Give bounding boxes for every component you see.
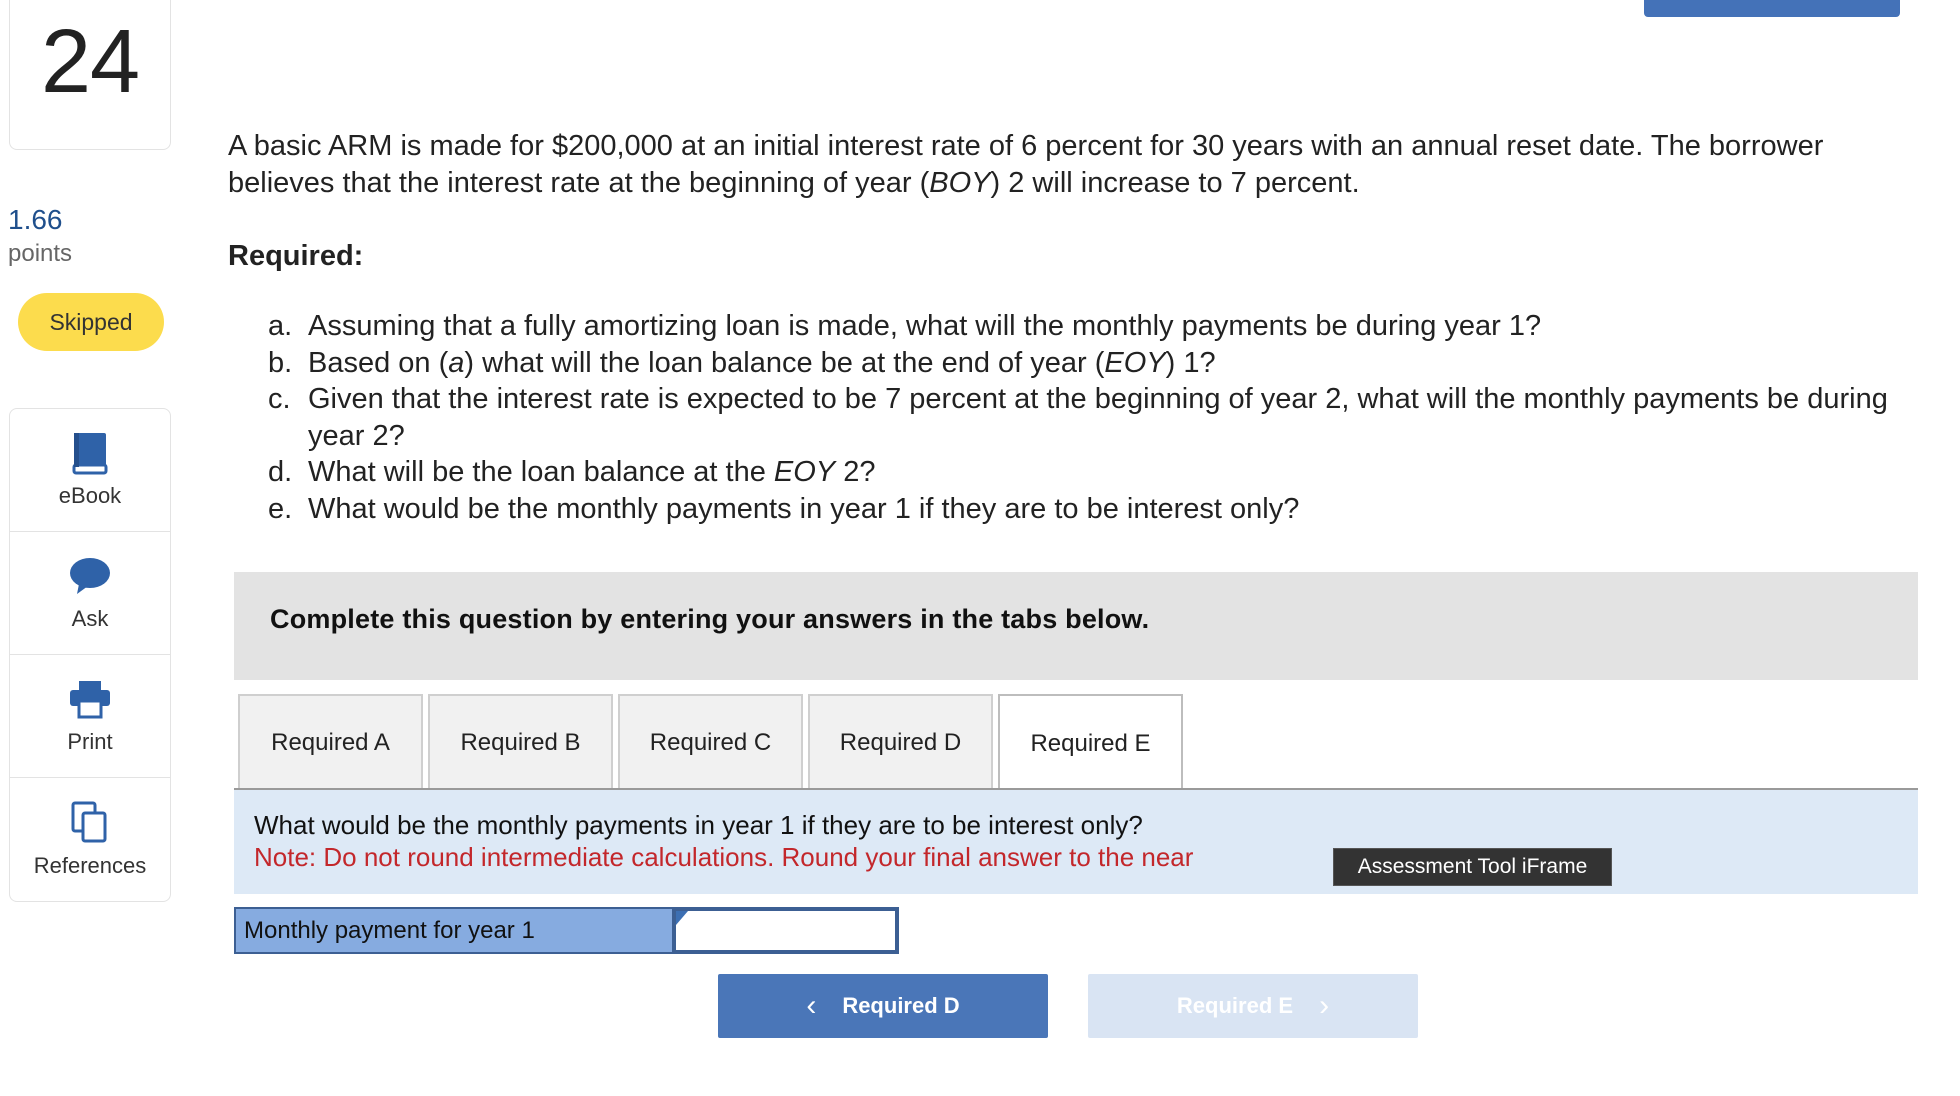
instruction-text: Complete this question by entering your … bbox=[270, 604, 1150, 634]
references-button[interactable]: References bbox=[10, 778, 170, 901]
chat-bubble-icon bbox=[68, 554, 112, 598]
question-number-card: 24 bbox=[9, 0, 171, 150]
list-item: b. Based on (a) what will the loan balan… bbox=[268, 345, 1908, 382]
part-b-text-3: ) 1? bbox=[1165, 346, 1216, 379]
ebook-label: eBook bbox=[58, 483, 122, 508]
panel-note: Note: Do not round intermediate calculat… bbox=[254, 842, 1194, 872]
copy-documents-icon bbox=[68, 801, 112, 845]
points-value: 1.66 bbox=[8, 204, 63, 235]
next-button: Required E › bbox=[1088, 974, 1418, 1038]
print-button[interactable]: Print bbox=[10, 655, 170, 778]
part-d-text-1: What will be the loan balance at the bbox=[308, 456, 774, 488]
tab-required-d[interactable]: Required D bbox=[808, 694, 993, 789]
prev-button-label: Required D bbox=[842, 993, 960, 1018]
panel-question: What would be the monthly payments in ye… bbox=[254, 810, 1143, 840]
answer-row: Monthly payment for year 1 bbox=[234, 907, 899, 954]
tab-required-c[interactable]: Required C bbox=[618, 694, 803, 789]
part-d-eoy: EOY bbox=[773, 456, 836, 488]
part-b-label: b. bbox=[268, 346, 293, 379]
book-icon bbox=[68, 431, 112, 475]
part-b-text-2: ) what will the loan balance be at the e… bbox=[464, 346, 1105, 379]
required-tabs: Required A Required B Required C Require… bbox=[238, 694, 1183, 791]
question-intro: A basic ARM is made for $200,000 at an i… bbox=[228, 128, 1908, 202]
printer-icon bbox=[68, 677, 112, 721]
tools-panel: eBook Ask Print References bbox=[9, 408, 171, 902]
monthly-payment-input[interactable] bbox=[676, 911, 895, 950]
intro-boy: BOY bbox=[929, 167, 991, 199]
print-label: Print bbox=[67, 729, 113, 754]
required-heading: Required: bbox=[228, 240, 364, 272]
tab-required-a[interactable]: Required A bbox=[238, 694, 423, 789]
next-button-label: Required E bbox=[1176, 993, 1294, 1018]
part-d-text-2: 2? bbox=[835, 456, 876, 488]
list-item: c. Given that the interest rate is expec… bbox=[268, 381, 1908, 454]
part-e-text: What would be the monthly payments in ye… bbox=[308, 492, 1300, 525]
part-b-eoy: EOY bbox=[1104, 346, 1166, 379]
header-action-button[interactable] bbox=[1644, 0, 1900, 17]
list-item: d. What will be the loan balance at the … bbox=[268, 454, 1908, 491]
part-b-text: Based on (a) what will the loan balance … bbox=[308, 345, 1908, 382]
tab-panel: What would be the monthly payments in ye… bbox=[234, 790, 1918, 894]
references-label: References bbox=[33, 852, 147, 878]
part-c-text: Given that the interest rate is expected… bbox=[308, 383, 1888, 452]
ask-label: Ask bbox=[71, 606, 109, 631]
tab-required-e[interactable]: Required E bbox=[998, 694, 1183, 791]
chevron-right-icon: › bbox=[1319, 989, 1330, 1022]
part-b-ref-a: a bbox=[448, 346, 465, 379]
prev-button[interactable]: ‹ Required D bbox=[718, 974, 1048, 1038]
part-b-text-1: Based on ( bbox=[308, 346, 449, 379]
points-label: points bbox=[8, 240, 73, 267]
part-a-text: Assuming that a fully amortizing loan is… bbox=[308, 310, 1542, 342]
answer-input-cell bbox=[674, 909, 897, 952]
part-c-label: c. bbox=[268, 383, 291, 415]
instruction-banner: Complete this question by entering your … bbox=[234, 572, 1918, 680]
part-d-label: d. bbox=[268, 456, 293, 488]
chevron-left-icon: ‹ bbox=[806, 989, 817, 1022]
ebook-button[interactable]: eBook bbox=[10, 409, 170, 532]
part-a-label: a. bbox=[268, 310, 293, 342]
question-number: 24 bbox=[40, 12, 140, 112]
ask-button[interactable]: Ask bbox=[10, 532, 170, 655]
tab-required-b[interactable]: Required B bbox=[428, 694, 613, 789]
part-e-label: e. bbox=[268, 492, 293, 525]
part-d-text: What will be the loan balance at the EOY… bbox=[308, 454, 1908, 491]
input-marker-icon bbox=[676, 911, 688, 925]
iframe-tooltip: Assessment Tool iFrame bbox=[1333, 848, 1612, 886]
answer-label: Monthly payment for year 1 bbox=[236, 909, 674, 952]
status-badge: Skipped bbox=[18, 293, 164, 351]
list-item: e. What would be the monthly payments in… bbox=[268, 491, 1908, 528]
list-item: a. Assuming that a fully amortizing loan… bbox=[268, 308, 1908, 345]
required-parts-list: a. Assuming that a fully amortizing loan… bbox=[268, 308, 1908, 527]
intro-text-2: ) 2 will increase to 7 percent. bbox=[990, 167, 1360, 199]
